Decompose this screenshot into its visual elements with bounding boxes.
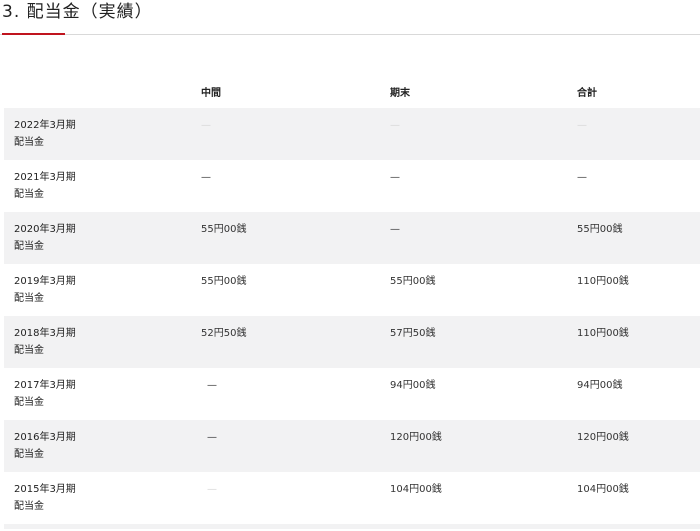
row-label: 2022年3月期 配当金 [14,117,76,151]
table-row: 2016年3月期 配当金 — 120円00銭 120円00銭 [4,420,700,472]
row-item: 配当金 [14,449,44,460]
table-bottom-band [4,524,700,529]
cell-year-end: 104円00銭 [390,484,442,495]
row-period: 2016年3月期 [14,432,76,443]
cell-total: 94円00銭 [577,380,623,391]
table-row: 2015年3月期 配当金 — 104円00銭 104円00銭 [4,472,700,524]
cell-total: 104円00銭 [577,484,629,495]
row-label: 2020年3月期 配当金 [14,221,76,255]
row-item: 配当金 [14,241,44,252]
row-label: 2021年3月期 配当金 [14,169,76,203]
row-period: 2020年3月期 [14,224,76,235]
table-row: 2017年3月期 配当金 — 94円00銭 94円00銭 [4,368,700,420]
row-period: 2022年3月期 [14,120,76,131]
row-label: 2015年3月期 配当金 [14,481,76,515]
cell-year-end: — [390,120,400,131]
row-item: 配当金 [14,397,44,408]
row-label: 2019年3月期 配当金 [14,273,76,307]
dividend-table: 中間 期末 合計 2022年3月期 配当金 — — — 2021年3月期 配当金… [4,80,700,529]
row-item: 配当金 [14,293,44,304]
table-row: 2021年3月期 配当金 — — — [4,160,700,212]
cell-total: 110円00銭 [577,328,629,339]
header-interim: 中間 [201,88,221,99]
table-header-row: 中間 期末 合計 [4,80,700,108]
cell-interim: — [207,484,217,495]
cell-total: 55円00銭 [577,224,623,235]
header-year-end: 期末 [390,88,410,99]
row-item: 配当金 [14,137,44,148]
row-label: 2017年3月期 配当金 [14,377,76,411]
cell-total: — [577,120,587,131]
cell-year-end: 94円00銭 [390,380,436,391]
cell-total: — [577,172,587,183]
table-row: 2019年3月期 配当金 55円00銭 55円00銭 110円00銭 [4,264,700,316]
cell-year-end: — [390,172,400,183]
section-accent-bar [2,33,65,35]
row-label: 2016年3月期 配当金 [14,429,76,463]
section-divider [0,34,700,35]
row-period: 2017年3月期 [14,380,76,391]
cell-interim: 55円00銭 [201,276,247,287]
cell-total: 120円00銭 [577,432,629,443]
cell-year-end: 57円50銭 [390,328,436,339]
table-row: 2020年3月期 配当金 55円00銭 — 55円00銭 [4,212,700,264]
row-period: 2019年3月期 [14,276,76,287]
table-row: 2018年3月期 配当金 52円50銭 57円50銭 110円00銭 [4,316,700,368]
cell-year-end: 55円00銭 [390,276,436,287]
row-period: 2015年3月期 [14,484,76,495]
cell-interim: — [207,432,217,443]
table-footer [4,524,700,529]
header-total: 合計 [577,88,597,99]
cell-interim: 52円50銭 [201,328,247,339]
cell-interim: — [201,120,211,131]
cell-year-end: 120円00銭 [390,432,442,443]
row-label: 2018年3月期 配当金 [14,325,76,359]
row-item: 配当金 [14,189,44,200]
table-row: 2022年3月期 配当金 — — — [4,108,700,160]
cell-total: 110円00銭 [577,276,629,287]
cell-interim: 55円00銭 [201,224,247,235]
cell-year-end: — [390,224,400,235]
row-period: 2018年3月期 [14,328,76,339]
cell-interim: — [201,172,211,183]
row-item: 配当金 [14,345,44,356]
row-item: 配当金 [14,501,44,512]
section-title: 3. 配当金（実績） [2,2,153,22]
row-period: 2021年3月期 [14,172,76,183]
cell-interim: — [207,380,217,391]
